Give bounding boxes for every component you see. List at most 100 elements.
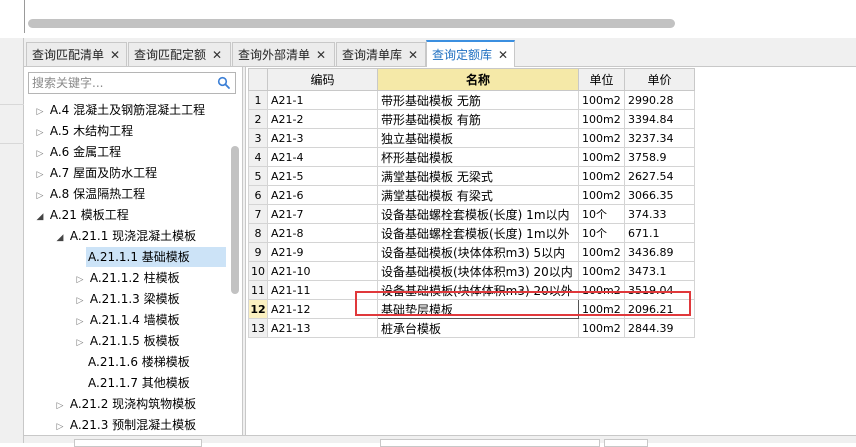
table-row[interactable]: 9 A21-9 设备基础模板(块体体积m3) 5以内 100m2 3436.89 [248,242,695,262]
bottom-field[interactable] [380,439,600,447]
expand-arrow-icon[interactable]: ▷ [54,417,66,435]
expand-arrow-icon[interactable]: ▷ [34,165,46,185]
collapse-arrow-icon[interactable]: ◢ [34,207,46,227]
name-cell[interactable]: 满堂基础模板 无梁式 [377,166,579,186]
code-cell[interactable]: A21-2 [267,109,378,129]
tree-node[interactable]: ▷ A.21.1.2 柱模板 [74,268,180,288]
name-cell[interactable]: 设备基础模板(块体体积m3) 5以内 [377,242,579,262]
table-row[interactable]: 3 A21-3 独立基础模板 100m2 3237.34 [248,128,695,148]
bottom-field[interactable] [604,439,648,447]
unit-cell[interactable]: 100m2 [578,166,625,186]
expand-arrow-icon[interactable]: ▷ [34,102,46,122]
code-cell[interactable]: A21-9 [267,242,378,262]
table-row[interactable]: 2 A21-2 带形基础模板 有筋 100m2 3394.84 [248,109,695,129]
table-row[interactable]: 8 A21-8 设备基础螺栓套模板(长度) 1m以外 10个 671.1 [248,223,695,243]
row-number-cell[interactable]: 1 [248,90,268,110]
expand-arrow-icon[interactable]: ▷ [34,123,46,143]
code-cell[interactable]: A21-8 [267,223,378,243]
name-cell[interactable]: 带形基础模板 有筋 [377,109,579,129]
unit-cell[interactable]: 100m2 [578,90,625,110]
row-number-cell[interactable]: 10 [248,261,268,281]
row-number-cell[interactable]: 13 [248,318,268,338]
table-row[interactable]: 1 A21-1 带形基础模板 无筋 100m2 2990.28 [248,90,695,110]
name-cell[interactable]: 设备基础模板(块体体积m3) 20以内 [377,261,579,281]
close-icon[interactable]: ✕ [408,48,418,62]
search-icon[interactable] [217,76,231,90]
tree-node[interactable]: ◢ A.21.1 现浇混凝土模板 [54,226,197,248]
name-cell[interactable]: 杯形基础模板 [377,147,579,167]
price-cell[interactable]: 2990.28 [624,90,695,110]
price-cell[interactable]: 3066.35 [624,185,695,205]
code-cell[interactable]: A21-4 [267,147,378,167]
name-cell[interactable]: 设备基础螺栓套模板(长度) 1m以外 [377,223,579,243]
horizontal-scrollbar[interactable] [28,19,675,28]
tree-node-selected[interactable]: A.21.1.1 基础模板 [86,247,226,267]
bottom-field[interactable] [74,439,202,447]
name-cell[interactable]: 带形基础模板 无筋 [377,90,579,110]
expand-arrow-icon[interactable]: ▷ [54,396,66,416]
close-icon[interactable]: ✕ [498,48,508,62]
name-cell[interactable]: 满堂基础模板 有梁式 [377,185,579,205]
code-cell[interactable]: A21-7 [267,204,378,224]
table-row[interactable]: 13 A21-13 桩承台模板 100m2 2844.39 [248,318,695,338]
table-row[interactable]: 10 A21-10 设备基础模板(块体体积m3) 20以内 100m2 3473.1 [248,261,695,281]
price-cell[interactable]: 3473.1 [624,261,695,281]
unit-cell[interactable]: 100m2 [578,318,625,338]
unit-cell[interactable]: 100m2 [578,261,625,281]
tree-node[interactable]: A.21.1.7 其他模板 [88,373,190,393]
collapse-arrow-icon[interactable]: ◢ [54,228,66,248]
code-cell[interactable]: A21-3 [267,128,378,148]
tab-query-match-list[interactable]: 查询匹配清单 ✕ [26,42,127,66]
price-cell[interactable]: 2844.39 [624,318,695,338]
unit-cell[interactable]: 100m2 [578,128,625,148]
search-input[interactable] [32,74,212,92]
tree-node[interactable]: ▷ A.5 木结构工程 [34,121,134,143]
price-cell[interactable]: 374.33 [624,204,695,224]
expand-arrow-icon[interactable]: ▷ [74,291,86,311]
column-header-unit[interactable]: 单位 [578,68,625,91]
column-header-code[interactable]: 编码 [267,68,378,91]
code-cell[interactable]: A21-5 [267,166,378,186]
code-cell[interactable]: A21-13 [267,318,378,338]
name-cell[interactable]: 设备基础螺栓套模板(长度) 1m以内 [377,204,579,224]
column-header-name[interactable]: 名称 [377,68,579,91]
row-number-cell[interactable]: 11 [248,280,268,300]
price-cell[interactable]: 3394.84 [624,109,695,129]
tree-node[interactable]: A.21.1.6 楼梯模板 [88,352,190,372]
column-header-price[interactable]: 单价 [624,68,695,91]
tree-node[interactable]: ▷ A.21.2 现浇构筑物模板 [54,394,197,416]
name-cell[interactable]: 独立基础模板 [377,128,579,148]
price-cell[interactable]: 2627.54 [624,166,695,186]
price-cell[interactable]: 671.1 [624,223,695,243]
tree-node[interactable]: ▷ A.21.1.3 梁模板 [74,289,180,309]
row-number-cell[interactable]: 7 [248,204,268,224]
expand-arrow-icon[interactable]: ▷ [74,270,86,290]
tree-node[interactable]: ▷ A.4 混凝土及钢筋混凝土工程 [34,100,206,122]
table-row[interactable]: 5 A21-5 满堂基础模板 无梁式 100m2 2627.54 [248,166,695,186]
unit-cell[interactable]: 100m2 [578,185,625,205]
tree-node[interactable]: ▷ A.7 屋面及防水工程 [34,163,158,185]
row-number-cell[interactable]: 3 [248,128,268,148]
unit-cell[interactable]: 100m2 [578,242,625,262]
tree-node[interactable]: ◢ A.21 模板工程 [34,205,129,225]
tree-vertical-scrollbar[interactable] [231,146,239,294]
row-number-cell[interactable]: 5 [248,166,268,186]
code-cell[interactable]: A21-6 [267,185,378,205]
expand-arrow-icon[interactable]: ▷ [34,186,46,206]
tab-query-quota-library[interactable]: 查询定额库 ✕ [426,40,515,67]
code-cell[interactable]: A21-1 [267,90,378,110]
unit-cell[interactable]: 10个 [578,223,625,243]
tab-query-external-list[interactable]: 查询外部清单 ✕ [232,42,335,66]
row-number-header[interactable] [248,68,268,91]
table-row[interactable]: 6 A21-6 满堂基础模板 有梁式 100m2 3066.35 [248,185,695,205]
row-number-cell[interactable]: 4 [248,147,268,167]
tree-node[interactable]: ▷ A.21.1.5 板模板 [74,331,180,351]
row-number-cell[interactable]: 8 [248,223,268,243]
table-row[interactable]: 4 A21-4 杯形基础模板 100m2 3758.9 [248,147,695,167]
tree-node[interactable]: ▷ A.6 金属工程 [34,142,122,162]
price-cell[interactable]: 3758.9 [624,147,695,167]
price-cell[interactable]: 3436.89 [624,242,695,262]
expand-arrow-icon[interactable]: ▷ [74,312,86,332]
close-icon[interactable]: ✕ [110,48,120,62]
tab-query-list-library[interactable]: 查询清单库 ✕ [336,42,426,66]
